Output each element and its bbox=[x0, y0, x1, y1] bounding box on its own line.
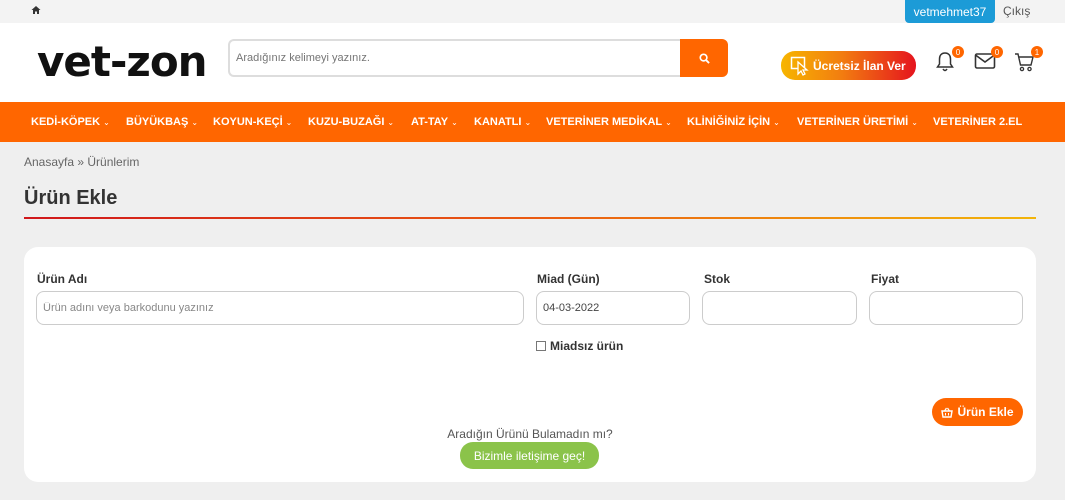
nav-item-veteriner-medikal[interactable]: VETERİNER MEDİKAL ⌄ bbox=[546, 102, 672, 142]
expiry-label: Miad (Gün) bbox=[537, 272, 600, 286]
messages-count-badge: 0 bbox=[991, 46, 1003, 58]
price-input[interactable] bbox=[870, 292, 1022, 324]
search-box bbox=[228, 39, 682, 77]
free-listing-button[interactable]: Ücretsiz İlan Ver bbox=[781, 51, 916, 80]
no-expiry-label: Miadsız ürün bbox=[550, 339, 624, 353]
add-product-button[interactable]: Ürün Ekle bbox=[932, 398, 1023, 426]
not-found-text: Aradığın Ürünü Bulamadın mı? bbox=[447, 427, 613, 441]
stock-label: Stok bbox=[704, 272, 731, 286]
cart-count-badge: 1 bbox=[1031, 46, 1043, 58]
nav-item-veteriner-uretimi[interactable]: VETERİNER ÜRETİMİ ⌄ bbox=[797, 102, 918, 142]
cursor-click-icon bbox=[790, 56, 809, 76]
notifications-count-badge: 0 bbox=[952, 46, 964, 58]
search-input[interactable] bbox=[230, 41, 682, 75]
free-listing-label: Ücretsiz İlan Ver bbox=[813, 58, 906, 73]
user-account-button[interactable]: vetmehmet37 bbox=[905, 0, 995, 23]
chevron-down-icon: ⌄ bbox=[773, 117, 780, 127]
title-divider bbox=[24, 217, 1036, 219]
no-expiry-checkbox[interactable] bbox=[536, 341, 546, 351]
product-name-field-wrapper bbox=[36, 291, 524, 325]
stock-field-wrapper bbox=[702, 291, 857, 325]
notifications-button[interactable]: 0 bbox=[935, 46, 964, 73]
header: vet-zon Ücretsiz İlan Ver 0 0 bbox=[0, 23, 1065, 102]
price-field-wrapper bbox=[869, 291, 1023, 325]
nav-item-buyukbas[interactable]: BÜYÜKBAŞ ⌄ bbox=[126, 102, 198, 142]
site-logo[interactable]: vet-zon bbox=[37, 36, 208, 88]
chevron-down-icon: ⌄ bbox=[191, 117, 199, 127]
expiry-field-wrapper bbox=[536, 291, 690, 325]
chevron-down-icon: ⌄ bbox=[387, 117, 395, 127]
cart-button[interactable]: 1 bbox=[1014, 46, 1043, 73]
nav-item-kanatli[interactable]: KANATLI ⌄ bbox=[474, 102, 531, 142]
top-bar: vetmehmet37 Çıkış bbox=[0, 0, 1065, 23]
price-label: Fiyat bbox=[871, 272, 900, 286]
logout-link[interactable]: Çıkış bbox=[1003, 4, 1030, 18]
chevron-down-icon: ⌄ bbox=[911, 117, 918, 127]
nav-item-kliniginiz-icin[interactable]: KLİNİĞİNİZ İÇİN ⌄ bbox=[687, 102, 780, 142]
expiry-input[interactable] bbox=[537, 292, 689, 324]
nav-item-kuzu-buzagi[interactable]: KUZU-BUZAĞI ⌄ bbox=[308, 102, 394, 142]
chevron-down-icon: ⌄ bbox=[451, 117, 458, 127]
messages-button[interactable]: 0 bbox=[974, 46, 1003, 73]
chevron-down-icon: ⌄ bbox=[665, 117, 672, 127]
add-product-form: Ürün Adı Miad (Gün) Stok Fiyat Miadsız ü… bbox=[24, 247, 1036, 482]
search-icon bbox=[698, 52, 710, 64]
chevron-down-icon: ⌄ bbox=[285, 117, 293, 127]
contact-us-button[interactable]: Bizimle iletişime geç! bbox=[460, 442, 599, 469]
stock-input[interactable] bbox=[703, 292, 856, 324]
nav-item-veteriner-2el[interactable]: VETERİNER 2.EL bbox=[933, 102, 1022, 142]
search-button[interactable] bbox=[680, 39, 728, 77]
chevron-down-icon: ⌄ bbox=[103, 117, 110, 127]
nav-item-kedi-kopek[interactable]: KEDİ-KÖPEK ⌄ bbox=[31, 102, 110, 142]
category-nav: KEDİ-KÖPEK ⌄ BÜYÜKBAŞ ⌄ KOYUN-KEÇİ ⌄ KUZU-B… bbox=[0, 102, 1065, 142]
page-title: Ürün Ekle bbox=[24, 187, 118, 209]
product-name-label: Ürün Adı bbox=[37, 272, 88, 286]
nav-item-at-tay[interactable]: AT-TAY ⌄ bbox=[411, 102, 458, 142]
no-expiry-option[interactable]: Miadsız ürün bbox=[536, 339, 623, 353]
product-name-input[interactable] bbox=[37, 292, 523, 324]
basket-icon bbox=[941, 407, 954, 418]
chevron-down-icon: ⌄ bbox=[524, 117, 532, 127]
nav-item-koyun-keci[interactable]: KOYUN-KEÇİ ⌄ bbox=[213, 102, 292, 142]
add-product-label: Ürün Ekle bbox=[957, 405, 1014, 419]
home-icon[interactable] bbox=[31, 5, 41, 15]
breadcrumb[interactable]: Anasayfa » Ürünlerim bbox=[24, 155, 139, 169]
